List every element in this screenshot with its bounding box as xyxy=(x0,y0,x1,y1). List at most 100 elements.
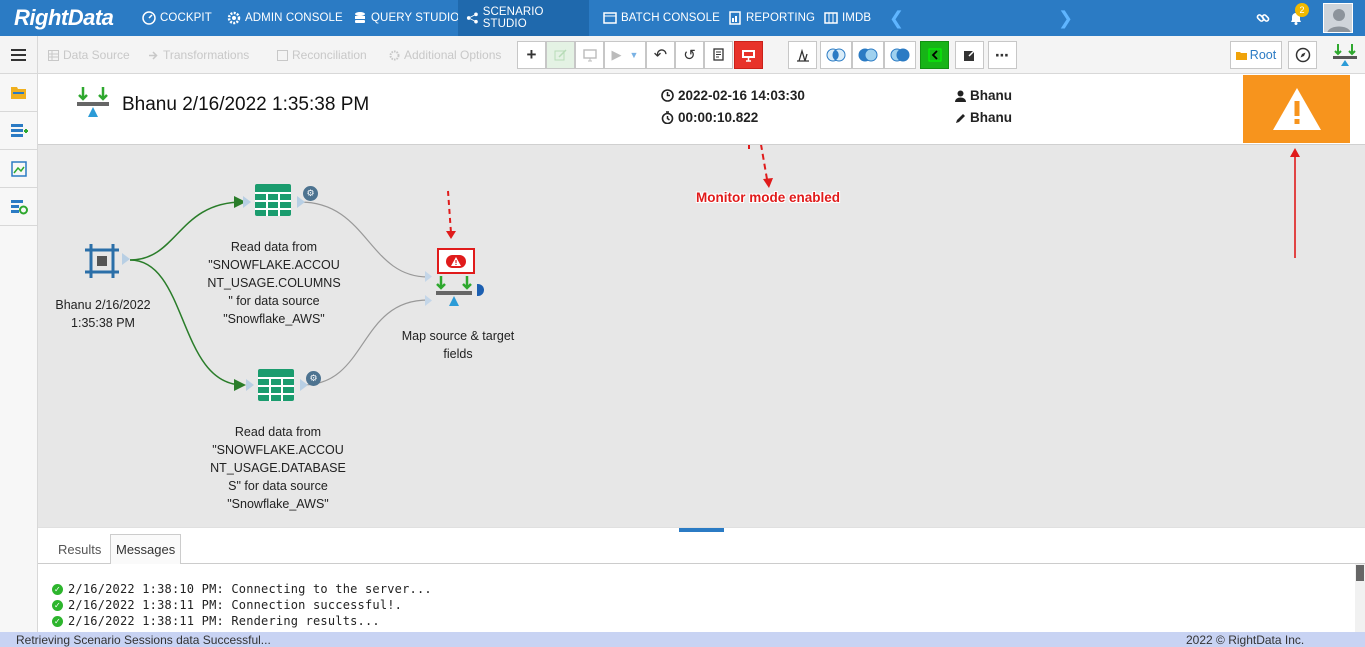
join-left-button[interactable] xyxy=(852,41,884,69)
source1-settings-icon[interactable]: ⚙ xyxy=(303,186,318,201)
menu-data-source: Data Source xyxy=(48,48,130,62)
open-external-button[interactable] xyxy=(955,41,984,69)
message-text: 2/16/2022 1:38:11 PM: Connection success… xyxy=(68,598,403,612)
copyright-text: 2022 © RightData Inc. xyxy=(1186,633,1305,647)
map-node-warning-badge xyxy=(446,254,466,268)
report-icon xyxy=(729,11,741,25)
undo-button[interactable]: ↶ xyxy=(646,41,675,69)
log-icon xyxy=(712,48,724,61)
sidebar-item-image[interactable] xyxy=(0,150,38,188)
chart-icon xyxy=(796,48,809,62)
compass-icon xyxy=(1295,47,1310,63)
status-bar: Retrieving Scenario Sessions data Succes… xyxy=(0,632,1365,647)
history-button[interactable]: ↺ xyxy=(675,41,704,69)
monitor-icon xyxy=(582,48,597,61)
sidebar-item-add-component[interactable] xyxy=(0,112,38,150)
callout-arrowhead-warning xyxy=(1290,148,1300,157)
inner-join-icon xyxy=(826,48,846,62)
left-join-icon xyxy=(858,48,878,62)
add-button[interactable]: + xyxy=(517,41,546,69)
transform-icon xyxy=(149,50,158,60)
created-by: Bhanu xyxy=(955,88,1012,103)
logs-button[interactable] xyxy=(704,41,733,69)
modified-by: Bhanu xyxy=(955,110,1012,125)
source1-table-icon[interactable] xyxy=(254,183,292,217)
messages-scrollbar[interactable] xyxy=(1355,564,1365,632)
sidebar-item-settings[interactable] xyxy=(0,188,38,226)
map-fields-icon[interactable] xyxy=(1332,44,1358,66)
source2-settings-icon[interactable]: ⚙ xyxy=(306,371,321,386)
desktop-view-button[interactable] xyxy=(575,41,604,69)
pencil-icon xyxy=(956,113,965,123)
edit-button[interactable] xyxy=(546,41,575,69)
avatar[interactable] xyxy=(1323,3,1353,33)
rightdata-logo[interactable]: RightData xyxy=(14,5,114,31)
nav-label: BATCH CONSOLE xyxy=(621,12,720,24)
caret-down-icon: ▼ xyxy=(629,50,639,60)
nav-label: REPORTING xyxy=(746,12,816,24)
root-button[interactable]: Root xyxy=(1230,41,1282,69)
warning-icon xyxy=(1272,88,1321,130)
duration-text: 00:00:10.822 xyxy=(678,110,759,125)
nav-cockpit[interactable]: COCKPIT xyxy=(134,0,220,36)
tab-results[interactable]: Results xyxy=(53,534,106,564)
source2-table-icon[interactable] xyxy=(257,368,295,402)
check-circle-icon: ✓ xyxy=(52,599,63,611)
chart-button[interactable] xyxy=(788,41,817,69)
scenario-header: Bhanu 2/16/2022 1:35:38 PM 2022-02-16 14… xyxy=(38,74,1365,145)
nav-scroll-right-icon[interactable]: ❯ xyxy=(1058,8,1073,29)
nav-batch-console[interactable]: BATCH CONSOLE xyxy=(595,0,728,36)
status-message: Retrieving Scenario Sessions data Succes… xyxy=(16,633,271,647)
add-component-icon xyxy=(11,123,28,137)
menu-reconciliation: Reconciliation xyxy=(277,48,367,62)
batch-icon xyxy=(603,12,617,24)
nav-label: COCKPIT xyxy=(160,12,212,24)
gear-icon xyxy=(227,11,241,25)
modified-by-text: Bhanu xyxy=(970,110,1012,125)
start-node-label: Bhanu 2/16/2022 1:35:38 PM xyxy=(55,298,151,330)
nav-scroll-left-icon[interactable]: ❮ xyxy=(889,8,904,29)
source2-node-label: Read data from "SNOWFLAKE.ACCOU NT_USAGE.D… xyxy=(210,425,346,511)
warning-status-box[interactable] xyxy=(1243,75,1350,143)
export-button[interactable] xyxy=(920,41,949,69)
monitor-mode-button[interactable] xyxy=(734,41,763,69)
user-icon xyxy=(955,90,966,102)
nav-imdb[interactable]: IMDB xyxy=(816,0,879,36)
menu-additional-options: Additional Options xyxy=(389,48,501,62)
more-options-button[interactable]: ⋯ xyxy=(988,41,1017,69)
external-link-icon xyxy=(963,48,977,61)
message-row: ✓ 2/16/2022 1:38:10 PM: Connecting to the… xyxy=(52,582,432,596)
export-icon xyxy=(928,48,941,62)
hamburger-icon xyxy=(11,54,26,56)
sidebar-item-explorer[interactable] xyxy=(0,74,38,112)
cockpit-icon xyxy=(142,11,156,25)
nav-scenario-studio[interactable]: SCENARIO STUDIO xyxy=(458,0,589,36)
run-timestamp: 2022-02-16 14:03:30 xyxy=(661,88,805,103)
compass-button[interactable] xyxy=(1288,41,1317,69)
warning-icon xyxy=(451,256,461,266)
message-text: 2/16/2022 1:38:10 PM: Connecting to the … xyxy=(68,582,432,596)
start-node-icon[interactable] xyxy=(83,242,121,280)
created-by-text: Bhanu xyxy=(970,88,1012,103)
nav-admin-console[interactable]: ADMIN CONSOLE xyxy=(219,0,351,36)
run-dropdown-button[interactable]: ▶ ▼ xyxy=(604,41,646,69)
map-node-alert-box[interactable] xyxy=(437,248,475,274)
link-icon[interactable] xyxy=(1256,11,1270,25)
messages-panel: ✓ 2/16/2022 1:38:10 PM: Connecting to the… xyxy=(38,564,1355,632)
scenario-canvas[interactable]: Bhanu 2/16/2022 1:35:38 PM ⚙ Read data fr… xyxy=(38,145,1365,527)
nav-reporting[interactable]: REPORTING xyxy=(720,0,823,36)
join-inner-button[interactable] xyxy=(820,41,852,69)
map-node-icon[interactable] xyxy=(435,275,475,309)
notification-badge: 2 xyxy=(1295,3,1309,17)
top-nav: RightData COCKPIT ADMIN CONSOLE QUERY ST… xyxy=(0,0,1365,36)
map-node-label: Map source & target fields xyxy=(401,329,515,361)
bottom-panel-tabs: Results Messages xyxy=(38,532,1365,564)
message-row: ✓ 2/16/2022 1:38:11 PM: Rendering results… xyxy=(52,614,380,628)
join-right-button[interactable] xyxy=(884,41,916,69)
scrollbar-thumb[interactable] xyxy=(1356,565,1364,581)
callout-arrowhead-node xyxy=(446,231,456,239)
hamburger-menu-button[interactable] xyxy=(0,36,38,74)
nav-label: ADMIN CONSOLE xyxy=(245,12,343,24)
nav-query-studio[interactable]: QUERY STUDIO xyxy=(345,0,467,36)
tab-messages[interactable]: Messages xyxy=(110,534,182,564)
